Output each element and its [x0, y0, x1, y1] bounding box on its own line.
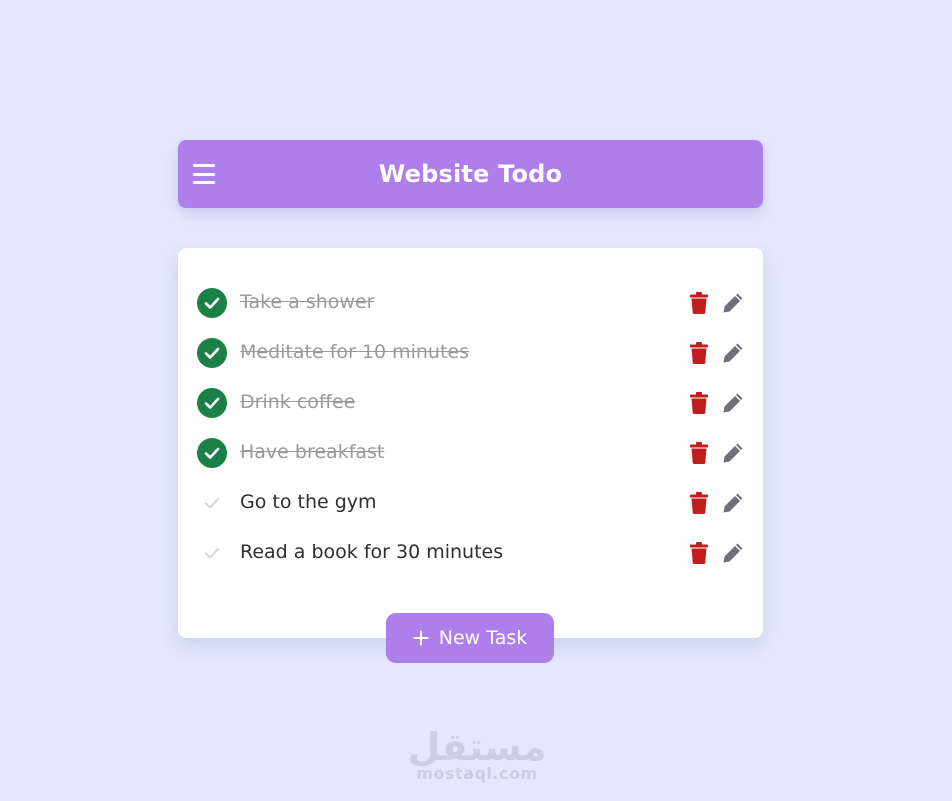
- watermark-latin: mostaql.com: [416, 764, 538, 783]
- todo-item: Have breakfast: [178, 428, 763, 478]
- todo-item: Meditate for 10 minutes: [178, 328, 763, 378]
- task-text: Have breakfast: [240, 441, 385, 463]
- check-circle-icon[interactable]: [197, 288, 227, 318]
- check-icon[interactable]: [197, 488, 227, 518]
- pencil-icon[interactable]: [721, 491, 745, 515]
- todo-item: Take a shower: [178, 278, 763, 328]
- app-header: Website Todo: [178, 140, 763, 208]
- menu-bar: [193, 164, 215, 167]
- watermark-arabic: مستقل: [407, 725, 547, 769]
- trash-icon[interactable]: [688, 441, 710, 465]
- trash-icon[interactable]: [688, 341, 710, 365]
- check-circle-icon[interactable]: [197, 338, 227, 368]
- trash-icon[interactable]: [688, 291, 710, 315]
- todo-card: Take a shower Meditate for 10 minutes Dr…: [178, 248, 763, 638]
- task-text: Meditate for 10 minutes: [240, 341, 469, 363]
- todo-item: Go to the gym: [178, 478, 763, 528]
- watermark: مستقل mostaql.com: [402, 727, 552, 783]
- check-circle-icon[interactable]: [197, 388, 227, 418]
- app-title: Website Todo: [378, 160, 563, 188]
- hamburger-menu-icon[interactable]: [193, 163, 215, 185]
- task-text: Read a book for 30 minutes: [240, 541, 504, 563]
- new-task-button[interactable]: New Task: [386, 613, 554, 663]
- menu-bar: [193, 181, 215, 184]
- task-text: Drink coffee: [240, 391, 356, 413]
- pencil-icon[interactable]: [721, 391, 745, 415]
- new-task-label: New Task: [438, 627, 528, 649]
- trash-icon[interactable]: [688, 491, 710, 515]
- task-text: Go to the gym: [240, 491, 377, 513]
- pencil-icon[interactable]: [721, 441, 745, 465]
- todo-item: Drink coffee: [178, 378, 763, 428]
- trash-icon[interactable]: [688, 541, 710, 565]
- pencil-icon[interactable]: [721, 541, 745, 565]
- check-icon[interactable]: [197, 538, 227, 568]
- todo-list: Take a shower Meditate for 10 minutes Dr…: [178, 278, 763, 578]
- pencil-icon[interactable]: [721, 341, 745, 365]
- trash-icon[interactable]: [688, 391, 710, 415]
- check-circle-icon[interactable]: [197, 438, 227, 468]
- pencil-icon[interactable]: [721, 291, 745, 315]
- menu-bar: [193, 172, 215, 176]
- todo-item: Read a book for 30 minutes: [178, 528, 763, 578]
- task-text: Take a shower: [240, 291, 375, 313]
- plus-icon: [413, 630, 429, 646]
